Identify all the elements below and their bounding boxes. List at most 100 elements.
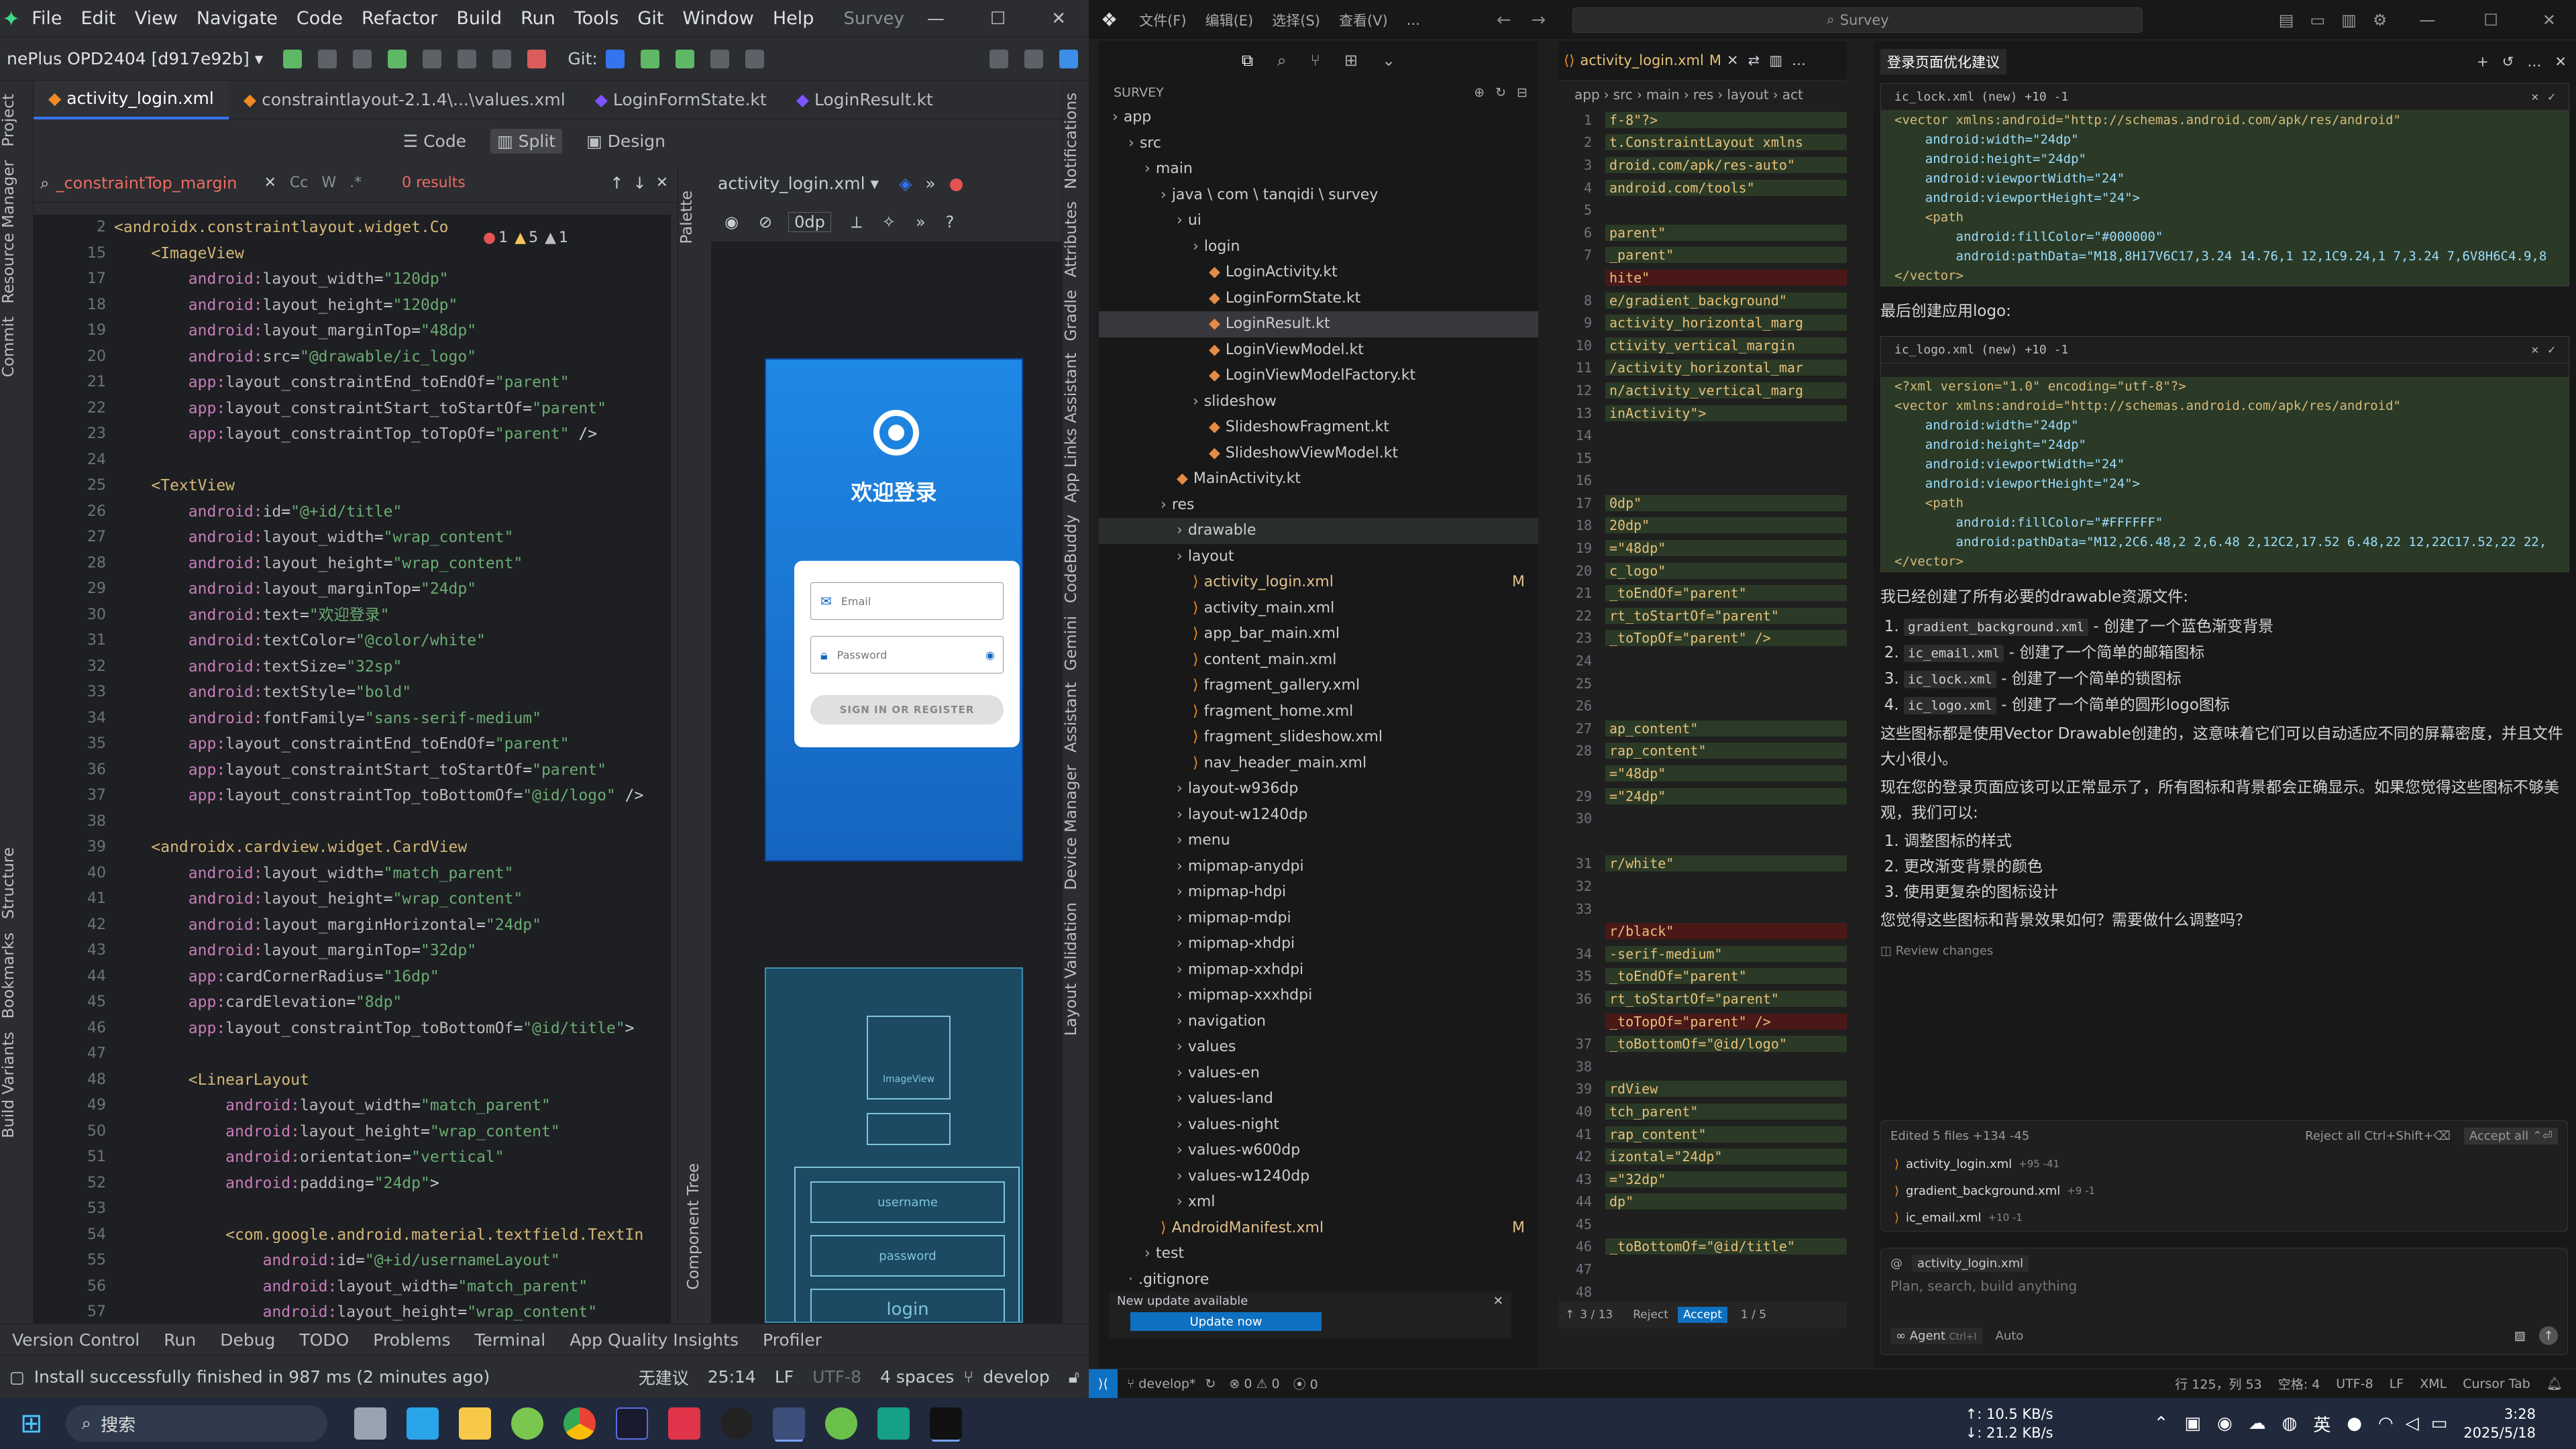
password-field[interactable]: 🔒︎ Password ◉ [810, 636, 1004, 674]
indent[interactable]: 4 spaces [880, 1367, 954, 1387]
tree-folder[interactable]: › src [1099, 131, 1538, 157]
wifi-icon[interactable]: ◠ [2378, 1413, 2394, 1434]
panel-icon[interactable]: ▭ [2310, 11, 2325, 30]
tool-resource-manager[interactable]: Resource Manager [0, 160, 17, 304]
qq-icon[interactable] [720, 1407, 753, 1440]
cursor-taskbar-icon[interactable] [929, 1407, 962, 1440]
tree-file[interactable]: ⟩ AndroidManifest.xml M [1099, 1216, 1538, 1242]
battery-icon[interactable]: ▭ [2431, 1413, 2448, 1434]
cursor-tab-status[interactable]: Cursor Tab [2463, 1377, 2530, 1391]
chrome-icon[interactable] [563, 1407, 596, 1440]
editor-tab[interactable]: activity_login.xml [1580, 52, 1703, 68]
sidebar-icon[interactable]: ▥ [2341, 11, 2357, 30]
accept-button[interactable]: Accept [1677, 1307, 1727, 1323]
file-chip[interactable]: ic_lock.xml [1904, 671, 1996, 688]
tree-file[interactable]: ◆ LoginFormState.kt [1099, 286, 1538, 312]
tree-file[interactable]: ⟩ app_bar_main.xml [1099, 621, 1538, 647]
vs-menu-item[interactable]: 选择(S) [1272, 10, 1320, 30]
tree-folder[interactable]: › test [1099, 1241, 1538, 1267]
constraint-icon[interactable]: ⟂ [851, 213, 862, 231]
file-chip[interactable]: ic_email.xml [1904, 645, 2004, 662]
whole-word-icon[interactable]: W [321, 174, 336, 191]
split-view-button[interactable]: ▥ Split [490, 128, 563, 154]
rollback-icon[interactable] [745, 49, 764, 68]
app-icon-android[interactable] [877, 1407, 910, 1440]
lock-icon[interactable]: 🔓︎ [1069, 1367, 1079, 1387]
breadcrumb-item[interactable]: layout [1727, 87, 1768, 103]
clear-icon[interactable]: ✕ [264, 174, 276, 191]
send-icon[interactable]: ↑ [2539, 1326, 2558, 1345]
tree-folder[interactable]: › mipmap-xhdpi [1099, 931, 1538, 957]
app-icon-browser[interactable] [511, 1407, 543, 1440]
tool-debug[interactable]: Debug [220, 1330, 275, 1350]
git-push-icon[interactable] [675, 49, 694, 68]
menu-item-build[interactable]: Build [456, 8, 502, 29]
close-icon[interactable]: ✕ [2555, 54, 2567, 70]
more-icon[interactable]: … [1792, 52, 1806, 68]
tree-file[interactable]: ◆ SlideshowFragment.kt [1099, 415, 1538, 441]
minimize-icon[interactable]: — [2419, 11, 2435, 30]
tree-file[interactable]: ◆ LoginViewModel.kt [1099, 337, 1538, 364]
review-changes[interactable]: ◫ Review changes [1880, 944, 2569, 958]
tool-gradle[interactable]: Gradle [1063, 290, 1080, 341]
prev-result-icon[interactable]: ↑ [610, 174, 623, 193]
compare-icon[interactable]: ⇄ [1748, 52, 1760, 68]
windows-start-icon[interactable]: ⊞ [20, 1408, 43, 1439]
tree-folder[interactable]: › layout [1099, 544, 1538, 570]
app-icon-terminal[interactable] [615, 1407, 648, 1440]
tool-terminal[interactable]: Terminal [475, 1330, 546, 1350]
tray-icon-5[interactable]: ● [2347, 1413, 2362, 1434]
menu-item-refactor[interactable]: Refactor [362, 8, 437, 29]
menu-item-code[interactable]: Code [297, 8, 343, 29]
profiler-icon[interactable] [458, 49, 477, 68]
tree-file[interactable]: ◆ LoginViewModelFactory.kt [1099, 363, 1538, 389]
tree-folder[interactable]: › values [1099, 1034, 1538, 1061]
tree-folder[interactable]: › drawable [1099, 518, 1538, 544]
split-editor-icon[interactable]: ▥ [1769, 52, 1782, 68]
vs-menu-item[interactable]: 编辑(E) [1205, 10, 1254, 30]
chevron-up-icon[interactable]: ⌃ [2154, 1413, 2169, 1434]
accept-all-button[interactable]: Accept all ⌃⏎ [2464, 1127, 2558, 1144]
debug-icon[interactable] [388, 49, 407, 68]
tool-project[interactable]: Project [0, 94, 17, 147]
tray-icon-4[interactable]: ◍ [2282, 1413, 2298, 1434]
vs-menu-item[interactable]: ... [1407, 12, 1420, 28]
ime-indicator[interactable]: 英 [2313, 1411, 2330, 1436]
more-icon[interactable]: » [916, 213, 926, 231]
avatar[interactable] [1059, 49, 1078, 68]
agent-mode-select[interactable]: ∞ Agent Ctrl+I [1890, 1327, 1982, 1344]
help-icon[interactable]: ? [946, 213, 955, 231]
apply-changes-icon[interactable] [353, 49, 372, 68]
component-tree-tab[interactable]: Component Tree [685, 1163, 702, 1290]
next-result-icon[interactable]: ↓ [633, 174, 646, 193]
tree-folder[interactable]: › mipmap-mdpi [1099, 906, 1538, 932]
tool-bookmarks[interactable]: Bookmarks [0, 932, 17, 1019]
blueprint-preview[interactable]: ImageView username password login [765, 967, 1023, 1323]
language-mode[interactable]: XML [2420, 1377, 2447, 1391]
tool-app-quality-insights[interactable]: App Quality Insights [570, 1330, 739, 1350]
reject-button[interactable]: Reject [1633, 1308, 1668, 1322]
tree-folder[interactable]: › xml [1099, 1189, 1538, 1216]
indent-setting[interactable]: 空格: 4 [2278, 1375, 2320, 1393]
tree-folder[interactable]: › app [1099, 105, 1538, 131]
tree-file[interactable]: ⟩ fragment_slideshow.xml [1099, 724, 1538, 751]
git-update-icon[interactable] [605, 49, 625, 68]
update-now-button[interactable]: Update now [1130, 1312, 1322, 1331]
tool-attributes[interactable]: Attributes [1063, 201, 1080, 278]
gear-icon[interactable]: ⚙ [2373, 11, 2387, 30]
tree-folder[interactable]: › java \ com \ tanqidi \ survey [1099, 182, 1538, 209]
code-editor[interactable]: <androidx.constraintlayout.widget.Co <Im… [114, 215, 671, 1324]
app-icon-green[interactable] [824, 1407, 857, 1440]
issue-icon[interactable]: ● [949, 174, 964, 193]
close-icon[interactable]: ✕ [2542, 11, 2556, 30]
tool-structure[interactable]: Structure [0, 847, 17, 919]
email-field[interactable]: ✉ Email [810, 582, 1004, 620]
tree-file[interactable]: · .gitignore [1099, 1267, 1538, 1293]
model-select[interactable]: Auto [1996, 1329, 2024, 1343]
menu-item-git[interactable]: Git [637, 8, 663, 29]
tree-folder[interactable]: › values-w600dp [1099, 1138, 1538, 1164]
menu-item-view[interactable]: View [135, 8, 178, 29]
tree-folder[interactable]: › layout-w936dp [1099, 776, 1538, 802]
breadcrumb-item[interactable]: app [1574, 87, 1600, 103]
line-ending[interactable]: LF [2390, 1377, 2404, 1391]
